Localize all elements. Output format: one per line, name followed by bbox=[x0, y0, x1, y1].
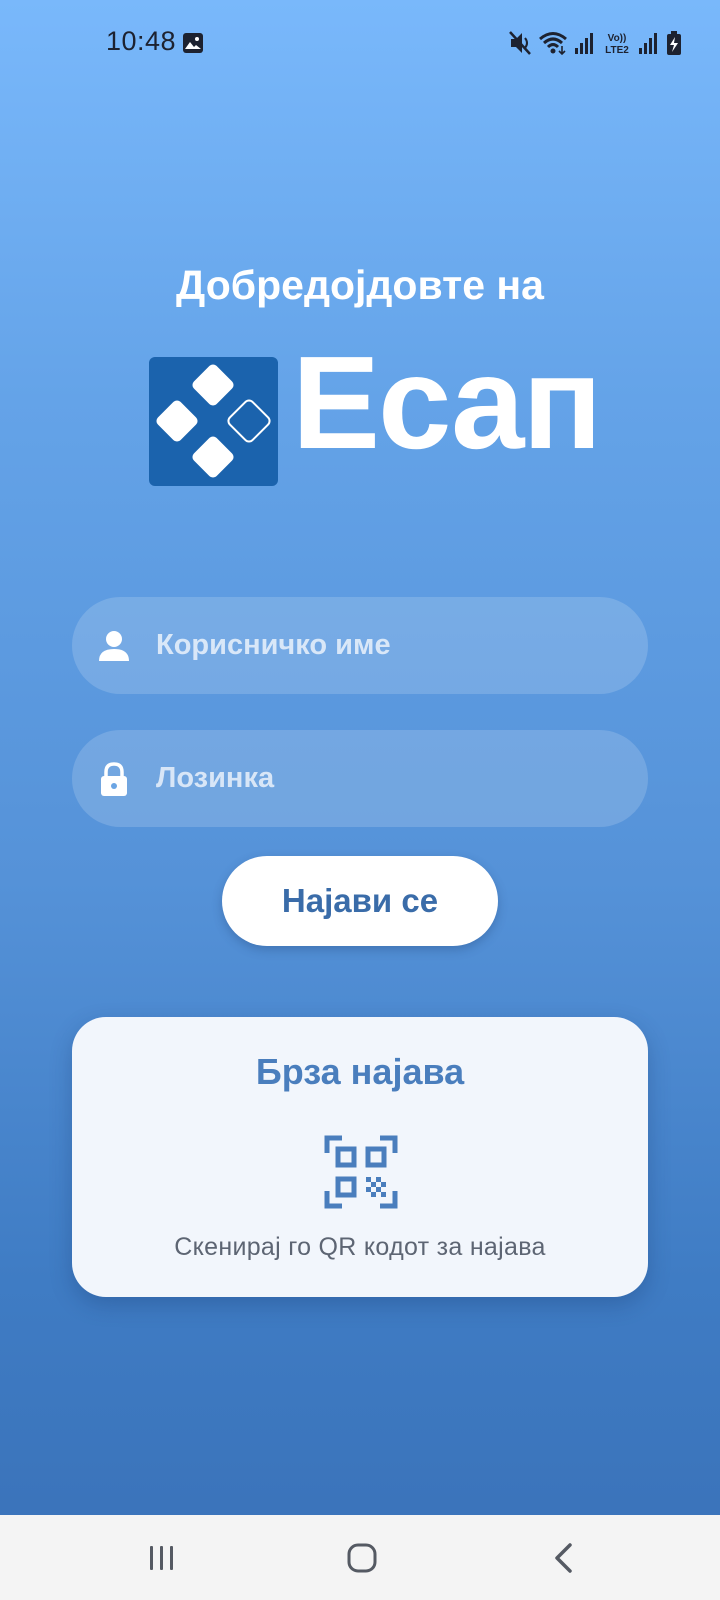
logo-diamonds-icon bbox=[156, 364, 271, 478]
wifi-icon bbox=[539, 32, 567, 56]
volte-lte2-icon: Vo)) LTE2 bbox=[605, 33, 629, 56]
battery-charging-icon bbox=[667, 31, 681, 55]
signal-icon bbox=[575, 33, 593, 54]
home-icon bbox=[347, 1543, 377, 1572]
system-nav-bar bbox=[0, 1515, 720, 1600]
lock-icon bbox=[101, 762, 127, 796]
quick-login-subtitle: Скенирај го QR кодот за најава bbox=[174, 1233, 546, 1261]
qr-code-icon[interactable] bbox=[324, 1135, 398, 1209]
logo-mark bbox=[149, 357, 278, 486]
svg-text:Vo)): Vo)) bbox=[608, 33, 627, 44]
back-icon bbox=[555, 1542, 572, 1573]
password-input[interactable] bbox=[156, 730, 616, 827]
login-button[interactable]: Најави се bbox=[222, 856, 498, 946]
status-bar: 10:48 Vo)) LTE2 bbox=[0, 0, 720, 86]
gallery-icon bbox=[183, 33, 203, 53]
login-button-label: Најави се bbox=[281, 882, 439, 919]
svg-text:LTE2: LTE2 bbox=[605, 45, 629, 56]
username-field[interactable] bbox=[72, 597, 648, 694]
home-button[interactable] bbox=[302, 1515, 422, 1600]
status-time: 10:48 bbox=[106, 26, 177, 56]
logo-text: Есап bbox=[292, 329, 602, 476]
back-button[interactable] bbox=[504, 1515, 624, 1600]
quick-login-card[interactable]: Брза најава Скенирај го QR кодот за наја… bbox=[72, 1017, 648, 1297]
signal-2-icon bbox=[639, 33, 657, 54]
app-logo: Есап bbox=[149, 337, 602, 487]
quick-login-title: Брза најава bbox=[255, 1051, 465, 1092]
username-input[interactable] bbox=[156, 597, 616, 694]
welcome-title: Добредојдовте на bbox=[176, 262, 544, 308]
login-screen: 10:48 Vo)) LTE2 Добредојдовте на Есап Ко… bbox=[0, 0, 720, 1600]
person-icon bbox=[99, 631, 129, 661]
recent-apps-icon bbox=[150, 1545, 173, 1570]
mute-icon bbox=[509, 31, 531, 55]
password-field[interactable] bbox=[72, 730, 648, 827]
status-icons: Vo)) LTE2 bbox=[508, 28, 682, 58]
recent-apps-button[interactable] bbox=[102, 1515, 222, 1600]
